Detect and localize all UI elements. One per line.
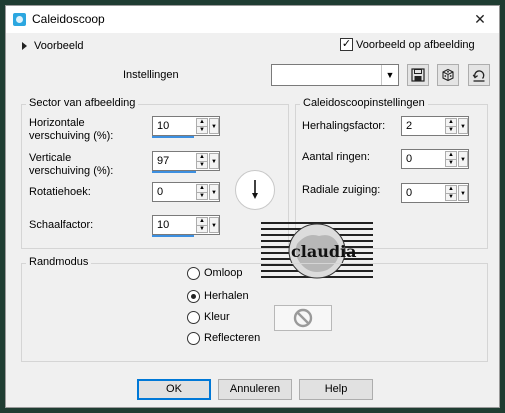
radio-reflecteren[interactable] (187, 332, 200, 345)
radio-omloop-label[interactable]: Omloop (204, 267, 243, 280)
watermark-text: claudia (291, 242, 357, 261)
radio-omloop[interactable] (187, 267, 200, 280)
radio-kleur-label[interactable]: Kleur (204, 311, 230, 324)
radio-reflecteren-label[interactable]: Reflecteren (204, 332, 260, 345)
v-offset-input[interactable]: 97 ▲ ▼ ▼ (152, 151, 220, 171)
radial-stepper[interactable]: ▲ ▼ (445, 185, 457, 201)
radial-dropdown-icon[interactable]: ▼ (458, 185, 468, 201)
randomize-button[interactable] (437, 64, 459, 86)
v-offset-stepper[interactable]: ▲ ▼ (196, 153, 208, 169)
chevron-down-icon[interactable]: ▼ (381, 65, 398, 85)
app-icon (13, 13, 26, 26)
repeat-input[interactable]: 2 ▲ ▼ ▼ (401, 116, 469, 136)
preview-on-image-checkbox[interactable]: ✓ (340, 38, 353, 51)
radial-label: Radiale zuiging: (302, 184, 381, 196)
presets-label: Instellingen (123, 69, 179, 81)
h-offset-stepper[interactable]: ▲ ▼ (196, 118, 208, 134)
edge-mode-group-title: Randmodus (26, 256, 92, 268)
save-preset-button[interactable] (407, 64, 429, 86)
scale-stepper[interactable]: ▲ ▼ (196, 217, 208, 233)
no-color-icon (293, 308, 313, 328)
repeat-label: Herhalingsfactor: (302, 120, 386, 132)
scale-input[interactable]: 10 ▲ ▼ ▼ (152, 215, 220, 235)
v-offset-slider[interactable] (152, 171, 196, 173)
close-button[interactable]: ✕ (469, 9, 491, 29)
caleidoscoop-dialog: Caleidoscoop ✕ Voorbeeld ✓ Voorbeeld op … (5, 5, 500, 408)
radio-kleur[interactable] (187, 311, 200, 324)
h-offset-input[interactable]: 10 ▲ ▼ ▼ (152, 116, 220, 136)
rotation-stepper[interactable]: ▲ ▼ (196, 184, 208, 200)
edge-mode-group (21, 263, 488, 362)
edge-color-swatch[interactable] (274, 305, 332, 331)
rotation-input[interactable]: 0 ▲ ▼ ▼ (152, 182, 220, 202)
repeat-dropdown-icon[interactable]: ▼ (458, 118, 468, 134)
preview-on-image-label[interactable]: Voorbeeld op afbeelding (356, 39, 475, 52)
rings-label: Aantal ringen: (302, 151, 370, 163)
h-offset-dropdown-icon[interactable]: ▼ (209, 118, 219, 134)
rings-stepper[interactable]: ▲ ▼ (445, 151, 457, 167)
rotation-dropdown-icon[interactable]: ▼ (209, 184, 219, 200)
v-offset-label-line1: Verticale (29, 152, 72, 164)
help-button[interactable]: Help (299, 379, 373, 400)
v-offset-label-line2: verschuiving (%): (29, 165, 114, 177)
v-offset-dropdown-icon[interactable]: ▼ (209, 153, 219, 169)
reset-arrow-icon (472, 70, 485, 82)
scale-slider[interactable] (152, 235, 194, 237)
ok-button[interactable]: OK (137, 379, 211, 400)
rotation-dial[interactable] (235, 170, 275, 210)
scale-dropdown-icon[interactable]: ▼ (209, 217, 219, 233)
presets-combobox[interactable]: ▼ (271, 64, 399, 86)
dice-icon (442, 68, 454, 82)
h-offset-label-line1: Horizontale (29, 117, 85, 129)
h-offset-label-line2: verschuiving (%): (29, 130, 114, 142)
radio-herhalen[interactable] (187, 290, 200, 303)
window-title: Caleidoscoop (32, 12, 105, 26)
expand-triangle-icon[interactable] (22, 42, 27, 50)
rings-input[interactable]: 0 ▲ ▼ ▼ (401, 149, 469, 169)
sector-group-title: Sector van afbeelding (26, 97, 139, 109)
title-bar: Caleidoscoop ✕ (6, 6, 499, 33)
repeat-stepper[interactable]: ▲ ▼ (445, 118, 457, 134)
rings-dropdown-icon[interactable]: ▼ (458, 151, 468, 167)
scale-label: Schaalfactor: (29, 219, 94, 231)
floppy-disk-icon (411, 68, 425, 82)
h-offset-slider[interactable] (152, 136, 194, 138)
preview-toggle-label[interactable]: Voorbeeld (34, 40, 84, 53)
kaleido-group-title: Caleidoscoopinstellingen (300, 97, 428, 109)
radio-herhalen-label[interactable]: Herhalen (204, 290, 249, 303)
dial-needle-icon (252, 180, 258, 199)
radial-input[interactable]: 0 ▲ ▼ ▼ (401, 183, 469, 203)
reset-button[interactable] (468, 64, 490, 86)
rotation-label: Rotatiehoek: (29, 186, 91, 198)
cancel-button[interactable]: Annuleren (218, 379, 292, 400)
